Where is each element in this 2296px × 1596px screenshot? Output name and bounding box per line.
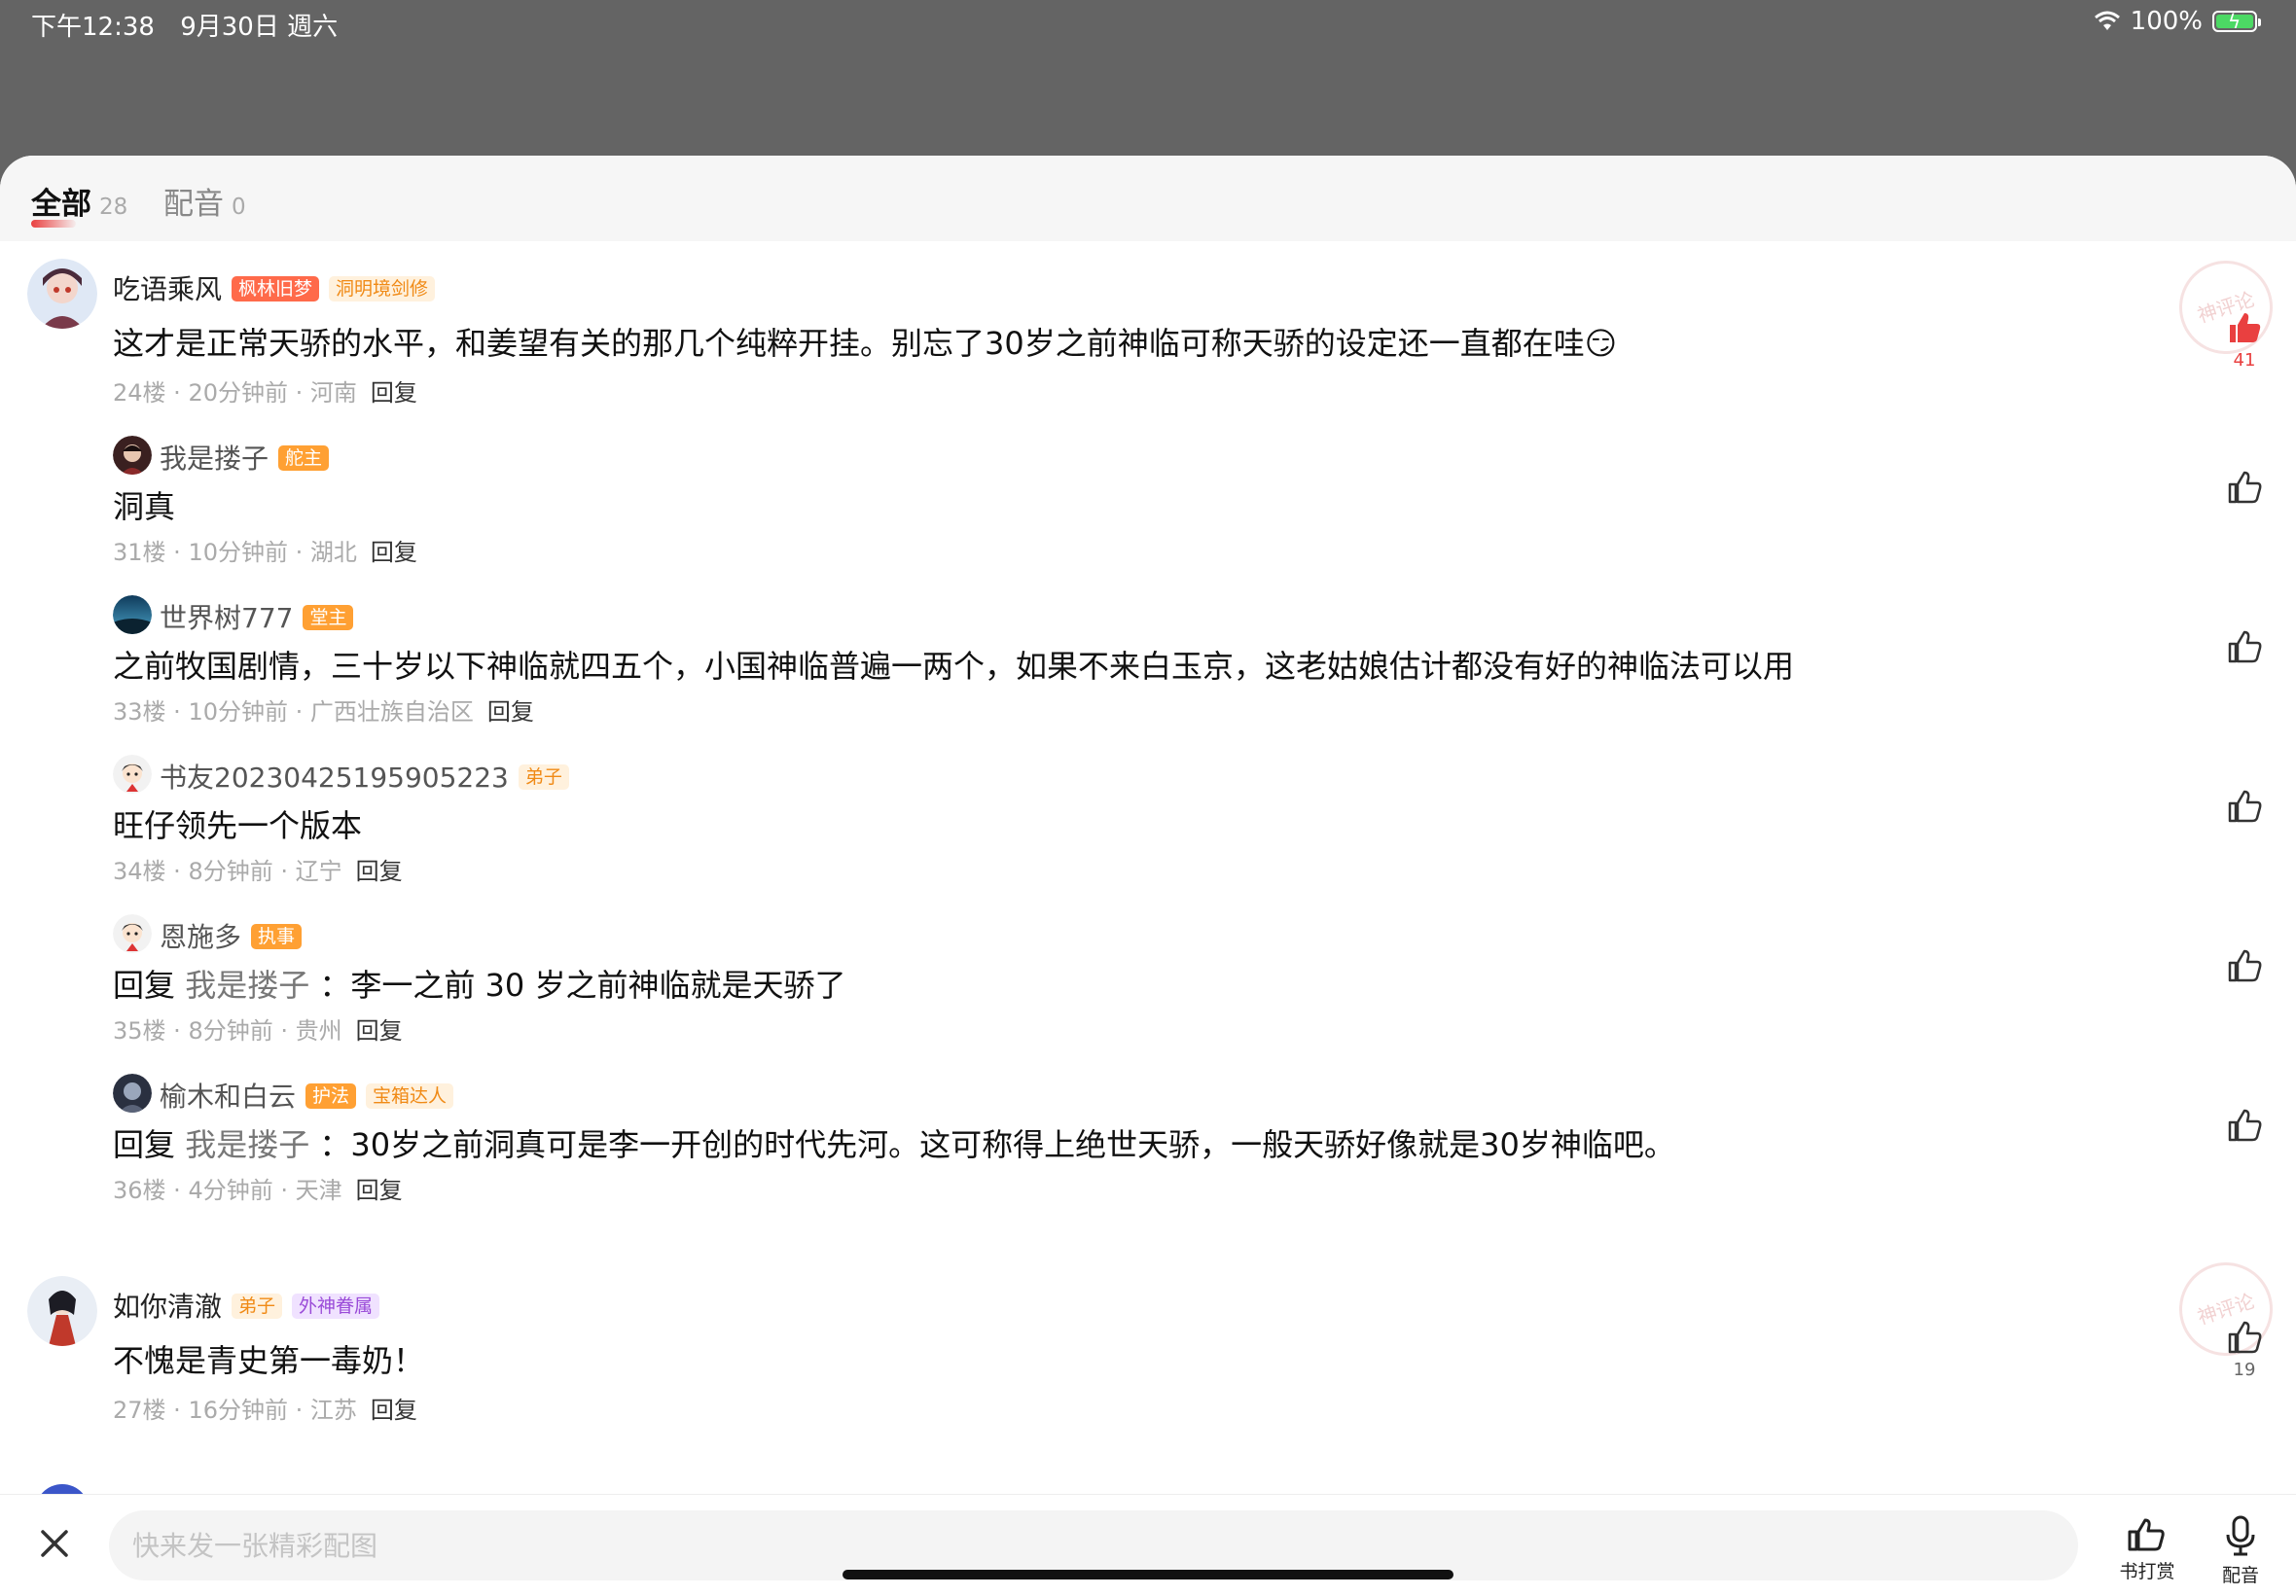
username[interactable]: 恩施多 执事 bbox=[160, 916, 303, 955]
thumbs-up-icon[interactable] bbox=[2226, 1319, 2263, 1356]
user-badge: 外神眷属 bbox=[292, 1294, 380, 1319]
reply-button[interactable]: 回复 bbox=[356, 1017, 403, 1045]
status-time: 下午12:38 bbox=[31, 13, 155, 42]
like-count: 41 bbox=[2233, 350, 2256, 371]
comment-text: 这才是正常天骄的水平，和姜望有关的那几个纯粹开挂。别忘了30岁之前神临可称天骄的… bbox=[113, 325, 1618, 362]
avatar[interactable] bbox=[113, 595, 152, 634]
comment-text: 回复 我是搂子 ：30岁之前洞真可是李一开创的时代先河。这可称得上绝世天骄，一般… bbox=[113, 1126, 1675, 1163]
username[interactable]: 榆木和白云 护法 宝箱达人 bbox=[160, 1076, 454, 1115]
comment-meta: 31楼 · 10分钟前 · 湖北 回复 bbox=[113, 539, 417, 566]
like-count: 19 bbox=[2233, 1360, 2256, 1380]
tip-button[interactable]: 书打赏 bbox=[2103, 1514, 2191, 1583]
comment-meta: 24楼 · 20分钟前 · 河南 回复 bbox=[113, 379, 417, 407]
user-badge: 执事 bbox=[251, 924, 303, 949]
microphone-icon bbox=[2226, 1515, 2255, 1556]
voice-button[interactable]: 配音 bbox=[2197, 1514, 2284, 1587]
tab-bar: 全部 28 配音 0 bbox=[0, 156, 2296, 241]
wifi-icon bbox=[2094, 11, 2120, 30]
username[interactable]: 书友20230425195905223 弟子 bbox=[160, 757, 569, 796]
user-badge: 舵主 bbox=[278, 445, 330, 471]
user-badge: 枫林旧梦 bbox=[232, 276, 320, 301]
comment-meta: 33楼 · 10分钟前 · 广西壮族自治区 回复 bbox=[113, 698, 534, 726]
comment-meta: 36楼 · 4分钟前 · 天津 回复 bbox=[113, 1177, 403, 1204]
comment-text: 不愧是青史第一毒奶！ bbox=[113, 1342, 425, 1379]
user-badge: 护法 bbox=[305, 1083, 357, 1109]
reply-button[interactable]: 回复 bbox=[356, 858, 403, 885]
reply-target-user[interactable]: 我是搂子 bbox=[185, 967, 309, 1004]
reply-button[interactable]: 回复 bbox=[371, 539, 417, 566]
god-comment-stamp: 神评论 bbox=[2167, 248, 2285, 367]
thumbs-up-icon[interactable] bbox=[2226, 309, 2263, 346]
thumbs-up-icon[interactable] bbox=[2226, 1107, 2263, 1144]
thumbs-up-icon[interactable] bbox=[2226, 469, 2263, 506]
status-date: 9月30日 週六 bbox=[180, 13, 339, 42]
user-badge: 宝箱达人 bbox=[366, 1083, 454, 1109]
close-icon[interactable] bbox=[37, 1526, 72, 1561]
user-badge: 弟子 bbox=[232, 1294, 283, 1319]
status-bar: 下午12:38 9月30日 週六 100% ϟ bbox=[0, 0, 2296, 49]
comment-sheet: 全部 28 配音 0 吃语乘风 枫林旧梦 洞明境剑修 这才是正常天骄的水平，和姜望有关的… bbox=[0, 156, 2296, 1595]
comment-text: 洞真 bbox=[113, 488, 176, 525]
username[interactable]: 如你清澈 弟子 外神眷属 bbox=[113, 1286, 380, 1325]
battery-percent: 100% bbox=[2130, 7, 2203, 36]
battery-icon: ϟ bbox=[2212, 11, 2261, 32]
user-badge: 弟子 bbox=[518, 764, 569, 790]
username[interactable]: 我是搂子 舵主 bbox=[160, 438, 330, 477]
bottom-input-bar: 书打赏 配音 bbox=[0, 1494, 2296, 1596]
comment-text: 旺仔领先一个版本 bbox=[113, 807, 363, 844]
reply-target-user[interactable]: 我是搂子 bbox=[185, 1126, 309, 1163]
reply-button[interactable]: 回复 bbox=[487, 698, 534, 726]
avatar[interactable] bbox=[27, 259, 97, 329]
username[interactable]: 世界树777 堂主 bbox=[160, 597, 354, 636]
home-indicator bbox=[843, 1570, 1453, 1579]
comment-meta: 27楼 · 16分钟前 · 江苏 回复 bbox=[113, 1397, 417, 1424]
comment-meta: 35楼 · 8分钟前 · 贵州 回复 bbox=[113, 1017, 403, 1045]
tab-dubbing[interactable]: 配音 0 bbox=[163, 179, 246, 223]
comment-text: 回复 我是搂子 ：李一之前 30 岁之前神临就是天骄了 bbox=[113, 967, 846, 1004]
thumbs-up-icon[interactable] bbox=[2226, 788, 2263, 825]
avatar[interactable] bbox=[113, 914, 152, 953]
reply-button[interactable]: 回复 bbox=[371, 1397, 417, 1424]
avatar[interactable] bbox=[113, 436, 152, 475]
user-badge: 堂主 bbox=[303, 605, 354, 630]
avatar[interactable] bbox=[27, 1276, 97, 1346]
avatar[interactable] bbox=[113, 1074, 152, 1113]
tab-all[interactable]: 全部 28 bbox=[31, 179, 127, 228]
thumbs-up-icon[interactable] bbox=[2226, 628, 2263, 665]
comment-meta: 34楼 · 8分钟前 · 辽宁 回复 bbox=[113, 858, 403, 885]
thumbs-up-icon[interactable] bbox=[2226, 947, 2263, 984]
comment-text: 之前牧国剧情，三十岁以下神临就四五个，小国神临普遍一两个，如果不来白玉京，这老姑… bbox=[113, 648, 1795, 685]
tip-label: 书打赏 bbox=[2119, 1561, 2175, 1582]
username[interactable]: 吃语乘风 枫林旧梦 洞明境剑修 bbox=[113, 268, 436, 307]
reply-button[interactable]: 回复 bbox=[356, 1177, 403, 1204]
avatar[interactable] bbox=[113, 755, 152, 794]
voice-label: 配音 bbox=[2221, 1565, 2259, 1586]
reply-button[interactable]: 回复 bbox=[371, 379, 417, 407]
user-badge: 洞明境剑修 bbox=[329, 276, 436, 301]
tip-icon bbox=[2128, 1518, 2165, 1551]
